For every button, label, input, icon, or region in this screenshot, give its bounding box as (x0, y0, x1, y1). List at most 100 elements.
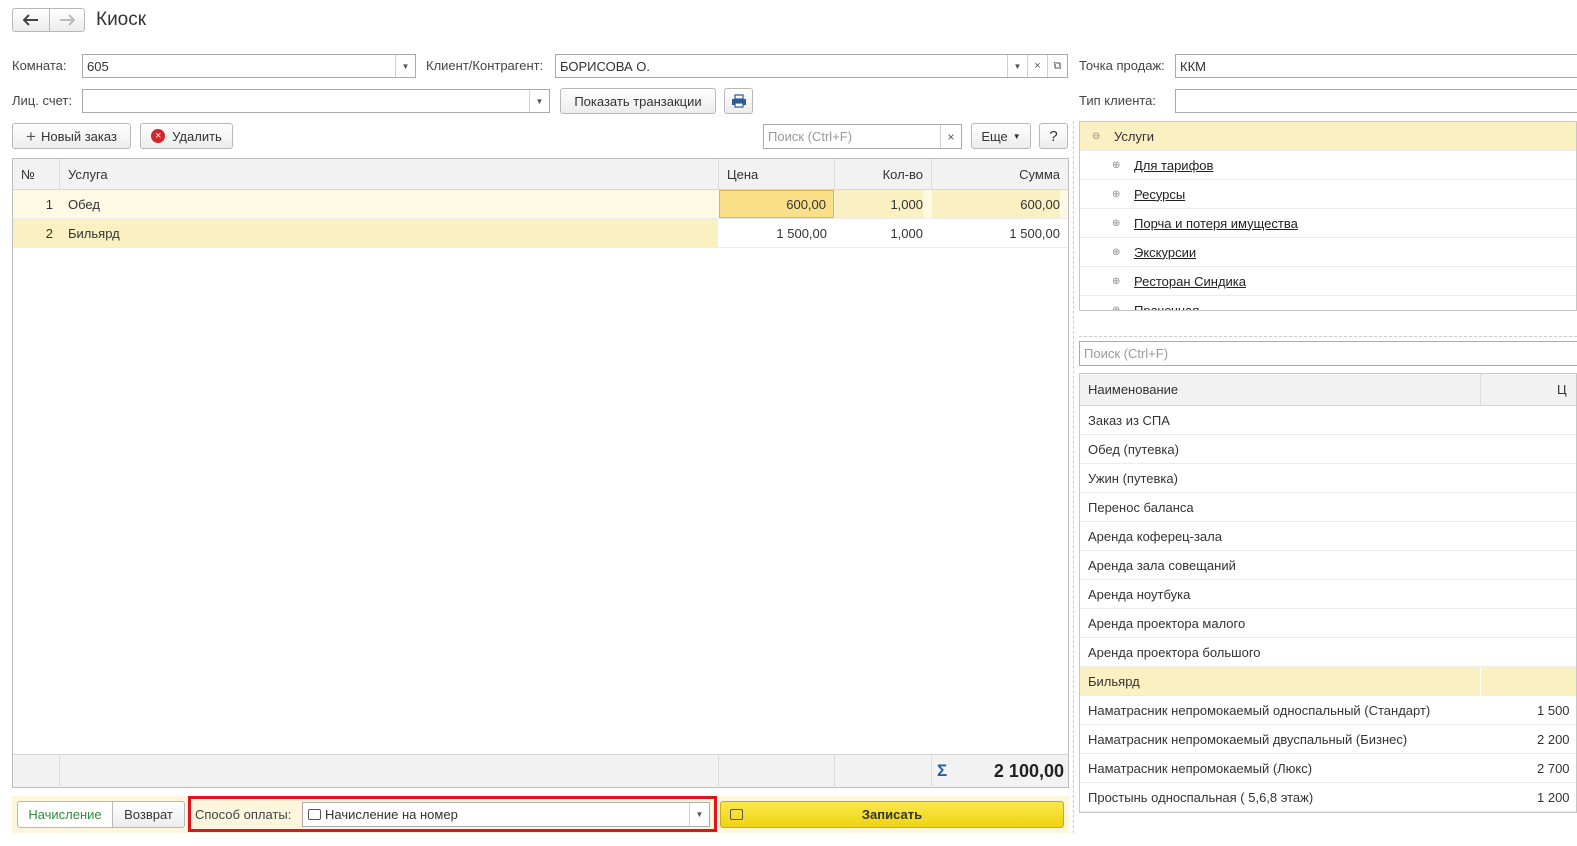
col-divider (931, 755, 932, 788)
item-price: 1 200 (1537, 789, 1570, 805)
tree-item[interactable]: ⊕ Ресторан Синдика (1080, 267, 1576, 296)
list-item[interactable]: Аренда коферец-зала (1080, 522, 1576, 551)
new-order-button[interactable]: + Новый заказ (12, 123, 131, 149)
list-item[interactable]: Заказ из СПА (1080, 406, 1576, 435)
list-item[interactable]: Наматрасник непромокаемый двуспальный (Б… (1080, 725, 1576, 754)
list-item[interactable]: Аренда зала совещаний (1080, 551, 1576, 580)
row-qty: 1,000 (835, 190, 923, 218)
table-row[interactable]: 2 Бильярд 1 500,00 1,000 1 500,00 (13, 219, 1068, 248)
tree-item-label[interactable]: Прачечная (1134, 303, 1199, 311)
list-item[interactable]: Ужин (путевка) (1080, 464, 1576, 493)
tree-item[interactable]: ⊕ Прачечная (1080, 296, 1576, 311)
room-field[interactable]: 605 ▼ (82, 54, 416, 78)
tree-item[interactable]: ⊕ Порча и потеря имущества (1080, 209, 1576, 238)
payment-method-select[interactable]: Начисление на номер ▼ (302, 802, 710, 827)
tree-item[interactable]: ⊕ Ресурсы (1080, 180, 1576, 209)
account-label: Лиц. счет: (12, 93, 72, 108)
client-field[interactable]: БОРИСОВА О. ▼ × ⧉ (555, 54, 1068, 78)
panel-divider (1079, 336, 1577, 337)
list-item[interactable]: Наматрасник непромокаемый (Люкс) 2 700 (1080, 754, 1576, 783)
client-type-field[interactable] (1175, 89, 1577, 113)
chevron-down-icon[interactable]: ▼ (1007, 55, 1027, 77)
back-button[interactable] (12, 8, 50, 32)
col-number[interactable]: № (21, 159, 61, 189)
open-icon[interactable]: ⧉ (1047, 55, 1067, 77)
account-field[interactable]: ▼ (82, 89, 550, 113)
col-name[interactable]: Наименование (1088, 382, 1178, 397)
clear-search-icon[interactable]: × (940, 125, 961, 148)
list-item[interactable]: Наматрасник непромокаемый односпальный (… (1080, 696, 1576, 725)
tree-item[interactable]: ⊕ Экскурсии (1080, 238, 1576, 267)
wallet-icon (308, 809, 321, 820)
item-name: Бильярд (1088, 673, 1140, 689)
list-item-selected[interactable]: Бильярд (1080, 667, 1576, 696)
forward-button[interactable] (49, 8, 85, 32)
print-button[interactable] (724, 88, 753, 114)
col-qty[interactable]: Кол-во (835, 159, 923, 189)
table-row[interactable]: 1 Обед 600,00 1,000 600,00 (13, 190, 1068, 219)
chevron-down-icon[interactable]: ▼ (689, 803, 709, 826)
tree-item-label[interactable]: Порча и потеря имущества (1134, 216, 1298, 231)
chevron-down-icon[interactable]: ▼ (395, 55, 415, 77)
expand-icon[interactable]: ⊕ (1112, 218, 1124, 229)
tab-charge[interactable]: Начисление (17, 801, 113, 828)
row-price[interactable]: 600,00 (719, 190, 834, 218)
list-item[interactable]: Простынь односпальная ( 5,6,8 этаж) 1 200 (1080, 783, 1576, 812)
list-item[interactable]: Аренда проектора большого (1080, 638, 1576, 667)
col-divider (718, 755, 719, 788)
delete-button[interactable]: × Удалить (140, 123, 233, 149)
tree-item-label[interactable]: Экскурсии (1134, 245, 1196, 260)
item-name: Обед (путевка) (1088, 441, 1179, 457)
arrow-left-icon (23, 14, 38, 26)
col-divider (834, 159, 835, 190)
clear-icon[interactable]: × (1027, 55, 1047, 77)
expand-icon[interactable]: ⊕ (1112, 247, 1124, 258)
tree-item-root[interactable]: ⊖ Услуги (1080, 122, 1576, 151)
tree-item-label[interactable]: Для тарифов (1134, 158, 1213, 173)
client-type-label: Тип клиента: (1079, 93, 1157, 108)
product-search-input[interactable]: Поиск (Ctrl+F) (1079, 341, 1577, 366)
tab-return[interactable]: Возврат (112, 801, 185, 828)
search-input[interactable]: Поиск (Ctrl+F) × (763, 124, 962, 149)
products-table[interactable]: Наименование Ц Заказ из СПА Обед (путевк… (1079, 373, 1577, 813)
item-price: 2 700 (1537, 760, 1570, 776)
col-sum[interactable]: Сумма (933, 159, 1060, 189)
panel-splitter[interactable] (1073, 121, 1074, 833)
list-item[interactable]: Перенос баланса (1080, 493, 1576, 522)
search-placeholder: Поиск (Ctrl+F) (768, 129, 853, 144)
more-button[interactable]: Еще ▼ (971, 123, 1031, 149)
row-service: Бильярд (68, 225, 120, 241)
collapse-icon[interactable]: ⊖ (1092, 131, 1104, 142)
item-name: Простынь односпальная ( 5,6,8 этаж) (1088, 789, 1314, 805)
list-item[interactable]: Обед (путевка) (1080, 435, 1576, 464)
col-price[interactable]: Цена (727, 159, 827, 189)
point-field[interactable]: ККМ (1175, 54, 1577, 78)
row-number: 1 (45, 196, 53, 212)
save-button[interactable]: Записать (720, 801, 1064, 828)
products-header: Наименование Ц (1080, 374, 1576, 406)
chevron-down-icon[interactable]: ▼ (529, 90, 549, 112)
expand-icon[interactable]: ⊕ (1112, 160, 1124, 171)
expand-icon[interactable]: ⊕ (1112, 189, 1124, 200)
tree-item[interactable]: ⊕ Для тарифов (1080, 151, 1576, 180)
services-tree[interactable]: ⊖ Услуги ⊕ Для тарифов ⊕ Ресурсы ⊕ Порча… (1079, 121, 1577, 311)
list-item[interactable]: Аренда ноутбука (1080, 580, 1576, 609)
list-item[interactable]: Аренда проектора малого (1080, 609, 1576, 638)
item-name: Наматрасник непромокаемый (Люкс) (1088, 760, 1313, 776)
tree-item-label[interactable]: Ресторан Синдика (1134, 274, 1246, 289)
col-divider (931, 159, 932, 190)
expand-icon[interactable]: ⊕ (1112, 276, 1124, 287)
col-service[interactable]: Услуга (68, 159, 668, 189)
table-footer: Σ 2 100,00 (13, 754, 1068, 788)
col-price[interactable]: Ц (1557, 382, 1567, 397)
payment-label: Способ оплаты: (195, 807, 292, 822)
col-divider (1480, 667, 1481, 695)
services-table[interactable]: № Услуга Цена Кол-во Сумма 1 Обед 600,00… (12, 158, 1069, 788)
client-label: Клиент/Контрагент: (426, 58, 544, 73)
row-service: Обед (68, 196, 100, 212)
item-name: Аренда проектора большого (1088, 644, 1261, 660)
show-transactions-button[interactable]: Показать транзакции (560, 88, 716, 114)
tree-item-label[interactable]: Ресурсы (1134, 187, 1185, 202)
expand-icon[interactable]: ⊕ (1112, 305, 1124, 311)
help-button[interactable]: ? (1039, 123, 1068, 149)
